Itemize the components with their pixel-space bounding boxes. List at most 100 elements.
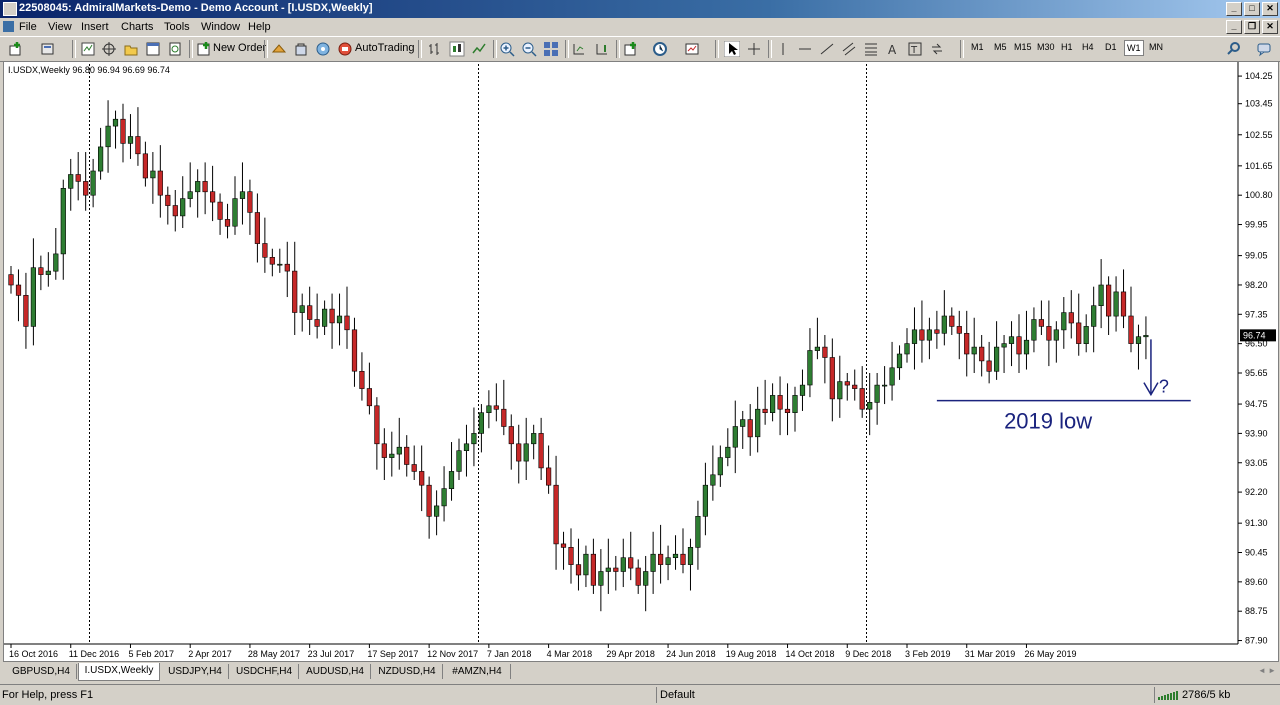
timeframe-h4[interactable]: H4 [1082,42,1094,52]
arrows-icon[interactable] [929,41,945,57]
candle-bear [762,408,768,414]
auto-scroll-icon[interactable] [571,41,587,57]
close-button[interactable]: ✕ [1262,2,1278,16]
timeframe-w1[interactable]: W1 [1124,40,1144,56]
mdi-minimize-button[interactable]: _ [1226,20,1242,34]
candle-bull [30,267,37,327]
candle-bull [471,433,477,445]
candle-bull [665,557,671,565]
x-tick-label: 29 Apr 2018 [606,649,655,659]
cursor-icon[interactable] [724,41,740,57]
tab-usdjpy[interactable]: USDJPY,H4 [162,664,229,679]
autotrading-button[interactable]: AutoTrading [355,42,415,54]
timeframe-m1[interactable]: M1 [971,42,984,52]
menu-charts[interactable]: Charts [121,21,153,33]
autotrading-icon[interactable] [337,41,353,57]
candle-bear [165,194,171,206]
candle-bull [1061,312,1067,331]
candlestick-icon[interactable] [449,41,465,57]
tab-usdchf[interactable]: USDCHF,H4 [230,664,299,679]
signals-icon[interactable] [271,41,287,57]
y-tick-label: 104.25 [1245,71,1273,81]
periods-icon[interactable] [652,41,668,57]
candle-bear [1016,336,1022,355]
menu-view[interactable]: View [48,21,72,33]
svg-text:T: T [910,45,918,56]
profiles-icon[interactable] [40,41,56,57]
equidistant-channel-icon[interactable] [841,41,857,57]
maximize-button[interactable]: □ [1244,2,1260,16]
indicators-icon[interactable] [623,41,639,57]
zoom-out-icon[interactable] [521,41,537,57]
new-chart-icon[interactable] [8,41,24,57]
chat-icon[interactable] [1256,41,1272,57]
tab-usdx[interactable]: I.USDX,Weekly [78,663,160,681]
crosshair-icon[interactable] [746,41,762,57]
candle-bear [75,174,81,182]
navigator-icon[interactable] [123,41,139,57]
text-icon[interactable]: A [885,41,901,57]
terminal-icon[interactable] [145,41,161,57]
menu-file[interactable]: File [19,21,37,33]
menu-help[interactable]: Help [248,21,271,33]
candle-bull [583,553,589,576]
tab-audusd[interactable]: AUDUSD,H4 [300,664,371,679]
mdi-close-button[interactable]: ✕ [1262,20,1278,34]
horizontal-line-icon[interactable] [797,41,813,57]
text-label-icon[interactable]: T [907,41,923,57]
community-icon[interactable] [315,41,331,57]
chart-shift-icon[interactable] [594,41,610,57]
menu-window[interactable]: Window [201,21,240,33]
candle-bear [934,329,940,334]
candle-bear [628,557,634,569]
data-window-icon[interactable] [101,41,117,57]
search-icon[interactable] [1226,41,1242,57]
fibonacci-icon[interactable] [863,41,879,57]
market-icon[interactable] [293,41,309,57]
y-tick-label: 101.65 [1245,161,1273,171]
candle-bull [807,350,813,386]
line-chart-icon[interactable] [471,41,487,57]
candle-bear [508,426,514,445]
timeframe-h1[interactable]: H1 [1061,42,1073,52]
timeframe-m30[interactable]: M30 [1037,42,1055,52]
market-watch-icon[interactable] [80,41,96,57]
candle-bear [247,191,253,213]
candle-bull [717,457,723,476]
new-order-button[interactable]: New Order [213,42,266,54]
candle-bull [389,453,395,458]
templates-icon[interactable] [684,41,700,57]
candle-bull [321,308,328,327]
tile-windows-icon[interactable] [543,41,559,57]
timeframe-m15[interactable]: M15 [1014,42,1032,52]
candle-bull [687,546,694,565]
vertical-line-icon[interactable] [775,41,791,57]
timeframe-mn[interactable]: MN [1149,42,1163,52]
tab-amzn[interactable]: #AMZN,H4 [444,664,511,679]
status-profile: Default [660,689,695,701]
zoom-in-icon[interactable] [499,41,515,57]
x-tick-label: 3 Feb 2019 [905,649,951,659]
candle-bull [1023,339,1030,355]
price-chart[interactable]: 104.25 103.45 102.55 101.65 100.80 99.95 99.05… [4,62,1278,661]
menu-tools[interactable]: Tools [164,21,190,33]
minimize-button[interactable]: _ [1226,2,1242,16]
tab-scroll-arrows[interactable]: ◄ ► [1258,666,1276,675]
tester-icon[interactable] [167,41,183,57]
y-tick-label: 92.20 [1245,487,1268,497]
new-order-icon[interactable] [196,41,212,57]
chart-window[interactable]: 104.25 103.45 102.55 101.65 100.80 99.95 99.05… [3,61,1279,662]
timeframe-d1[interactable]: D1 [1105,42,1117,52]
app-icon [3,2,17,16]
tab-nzdusd[interactable]: NZDUSD,H4 [372,664,443,679]
candle-bear [172,205,178,217]
timeframe-m5[interactable]: M5 [994,42,1007,52]
trendline-icon[interactable] [819,41,835,57]
x-tick-label: 19 Aug 2018 [726,649,777,659]
bar-chart-icon[interactable] [427,41,443,57]
tab-gbpusd[interactable]: GBPUSD,H4 [6,664,77,679]
candle-bear [217,201,223,220]
menu-insert[interactable]: Insert [81,21,109,33]
candle-bull [792,395,798,413]
mdi-restore-button[interactable]: ❐ [1244,20,1260,34]
